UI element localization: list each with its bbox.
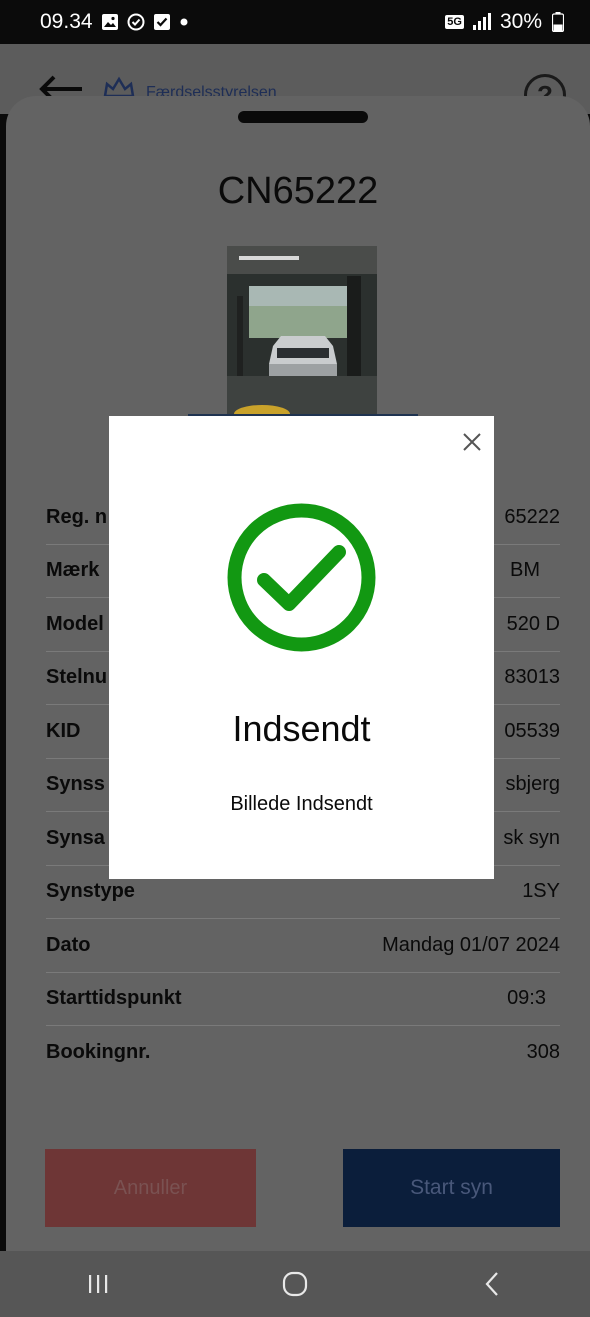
detail-label: Stelnu [46,666,108,689]
detail-label: Starttidspunkt [46,987,182,1010]
signal-icon [472,13,492,31]
status-left: 09.34 [40,10,189,34]
system-nav-bar [0,1251,590,1317]
car-photo[interactable] [227,246,377,416]
detail-value: 308 [526,1041,560,1064]
detail-label: KID [46,719,81,742]
close-icon[interactable] [460,430,484,454]
detail-label: Reg. n [46,505,108,528]
drag-handle[interactable] [238,111,368,123]
home-icon[interactable] [265,1264,325,1304]
detail-label: Dato [46,933,91,956]
back-nav-icon[interactable] [462,1264,522,1304]
dialog-message: Billede Indsendt [230,793,373,815]
detail-value: 09:3 [507,987,546,1010]
cancel-button[interactable]: Annuller [45,1149,256,1227]
detail-label: Synstype [46,880,135,903]
status-right: 5G 30% [445,10,564,34]
detail-label: Synss [46,773,105,796]
detail-value: 520 D [506,612,560,635]
detail-label: Mærk [46,559,100,582]
dialog-title: Indsendt [232,708,371,749]
battery-percent: 30% [499,10,542,33]
detail-value: Mandag 01/07 2024 [382,933,560,956]
checkbox-icon [153,13,171,31]
status-bar: 09.34 5G 30% [0,0,590,44]
detail-row-booking: Bookingnr. 308 [46,1026,560,1080]
detail-label: Bookingnr. [46,1041,151,1064]
battery-icon [552,12,564,32]
detail-value: 65222 [504,505,560,528]
start-inspection-button[interactable]: Start syn [343,1149,560,1227]
detail-value: 83013 [504,666,560,689]
success-dialog: Indsendt Billede Indsendt [109,416,494,879]
target-icon [127,13,145,31]
detail-value: BM [510,559,540,582]
detail-label: Synsa [46,826,105,849]
notification-dot-icon [179,17,189,27]
detail-value: 1SY [522,880,560,903]
detail-row-date: Dato Mandag 01/07 2024 [46,919,560,973]
recent-apps-icon[interactable] [68,1264,128,1304]
detail-value: sk syn [503,826,560,849]
detail-label: Model [46,612,104,635]
check-circle-icon [224,500,379,660]
network-type: 5G [445,15,464,29]
detail-value: sbjerg [505,773,560,796]
registration-title: CN65222 [217,170,379,212]
detail-value: 05539 [504,719,560,742]
status-time: 09.34 [40,10,93,33]
gallery-icon [101,13,119,31]
detail-row-start-time: Starttidspunkt 09:3 [46,973,560,1026]
